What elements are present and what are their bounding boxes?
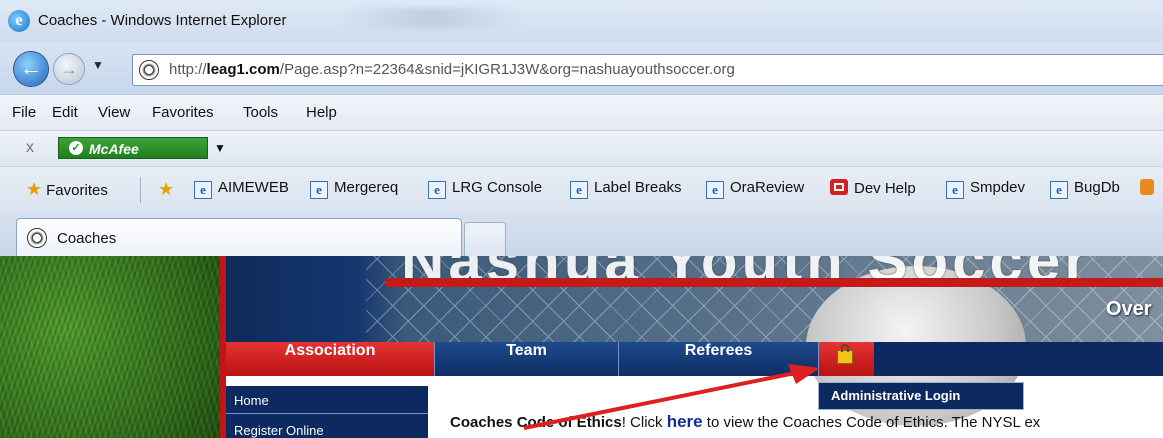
recent-pages-dropdown[interactable]: ▼: [92, 58, 104, 72]
favorite-link[interactable]: e Mergereq: [310, 179, 398, 199]
blurred-region: [340, 8, 520, 28]
orange-favorite-icon: [1140, 179, 1154, 195]
menu-file[interactable]: File: [12, 104, 36, 121]
favorites-button[interactable]: ★ Favorites: [26, 179, 108, 200]
ethics-here-link[interactable]: here: [667, 412, 703, 431]
menu-help[interactable]: Help: [306, 104, 337, 121]
admin-login-menu-item[interactable]: Administrative Login: [818, 382, 1024, 410]
soccer-ball-icon: [139, 60, 159, 80]
mcafee-toolbar: x ✓ McAfee ▼: [0, 130, 1163, 167]
lock-icon: [837, 344, 853, 364]
ie-page-icon: e: [428, 181, 446, 199]
admin-lock-button[interactable]: [818, 342, 874, 376]
web-page: Nashua Youth Soccer Over Association Tea…: [0, 256, 1163, 438]
favorite-link[interactable]: e AIMEWEB: [194, 179, 289, 199]
ie-page-icon: e: [1050, 181, 1068, 199]
sidebar-item-home[interactable]: Home: [226, 386, 428, 414]
favorite-overflow[interactable]: [1140, 179, 1154, 197]
mcafee-shield-icon: ✓: [69, 141, 83, 155]
ie-page-icon: e: [310, 181, 328, 199]
menu-favorites[interactable]: Favorites: [152, 104, 214, 121]
tab-row: Coaches: [0, 212, 1163, 256]
forward-arrow-icon[interactable]: →: [54, 54, 84, 84]
favorites-star-icon: ★: [26, 179, 43, 199]
menu-tools[interactable]: Tools: [243, 104, 278, 121]
menu-view[interactable]: View: [98, 104, 130, 121]
nav-team[interactable]: Team: [434, 342, 618, 376]
address-bar[interactable]: http://leag1.com/Page.asp?n=22364&snid=j…: [132, 54, 1163, 86]
banner-tagline: Over: [1106, 298, 1152, 320]
favorites-separator: [140, 177, 141, 203]
coaches-ethics-text: Coaches Code of Ethics! Click here to vi…: [450, 412, 1041, 431]
sidebar-item-register-online[interactable]: Register Online: [226, 416, 428, 438]
ie-page-icon: e: [570, 181, 588, 199]
favorite-link[interactable]: e OraReview: [706, 179, 804, 199]
site-nav: Association Team Referees: [226, 342, 1163, 376]
ie-page-icon: e: [706, 181, 724, 199]
menu-bar: File Edit View Favorites Tools Help: [0, 94, 1163, 131]
banner-title: Nashua Youth Soccer: [401, 256, 1092, 294]
favorite-link[interactable]: e BugDb: [1050, 179, 1120, 199]
mcafee-button[interactable]: ✓ McAfee: [58, 137, 208, 159]
grass-background: [0, 256, 220, 438]
tab-label: Coaches: [57, 230, 117, 247]
menu-edit[interactable]: Edit: [52, 104, 78, 121]
favorite-link[interactable]: e LRG Console: [428, 179, 542, 199]
new-tab-button[interactable]: [464, 222, 506, 256]
ie-page-icon: e: [946, 181, 964, 199]
nav-association[interactable]: Association: [226, 342, 434, 376]
close-toolbar-button[interactable]: x: [26, 139, 34, 157]
favorites-bar: ★ Favorites ★ e AIMEWEB e Mergereq e LRG Con…: [0, 166, 1163, 213]
favorite-link[interactable]: e Smpdev: [946, 179, 1025, 199]
dev-help-icon: [830, 179, 848, 195]
sidebar: Home Register Online: [226, 386, 428, 438]
ie-page-icon: e: [194, 181, 212, 199]
add-favorite-button[interactable]: ★: [158, 179, 178, 200]
url-text[interactable]: http://leag1.com/Page.asp?n=22364&snid=j…: [169, 61, 735, 78]
back-arrow-icon[interactable]: ←: [14, 52, 48, 86]
banner-stripe: [386, 278, 1163, 287]
favorite-link[interactable]: e Label Breaks: [570, 179, 682, 199]
soccer-ball-icon: [27, 228, 47, 248]
nav-referees[interactable]: Referees: [618, 342, 818, 376]
address-row: ← → ▼ http://leag1.com/Page.asp?n=22364&…: [0, 42, 1163, 94]
favorite-link[interactable]: Dev Help: [830, 179, 916, 197]
add-favorite-icon: ★: [158, 179, 175, 199]
ie-logo-icon: e: [8, 10, 30, 32]
title-bar: e Coaches - Windows Internet Explorer: [0, 0, 1163, 42]
mcafee-dropdown[interactable]: ▼: [214, 141, 226, 155]
site-banner: Nashua Youth Soccer Over: [226, 256, 1163, 426]
tab-coaches[interactable]: Coaches: [16, 218, 462, 256]
window-title: Coaches - Windows Internet Explorer: [38, 12, 287, 29]
